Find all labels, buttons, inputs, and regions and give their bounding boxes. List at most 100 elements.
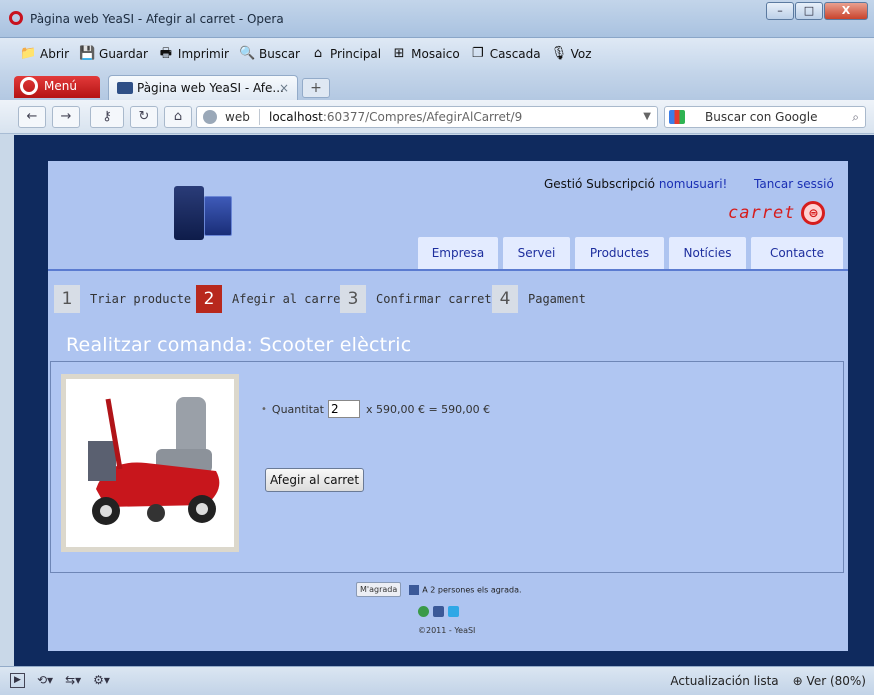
nav-contacte[interactable]: Contacte	[751, 237, 843, 270]
facebook-icon[interactable]	[433, 606, 444, 617]
like-text: A 2 persones els agrada.	[422, 585, 522, 594]
cascade-icon: ❐	[471, 46, 484, 61]
reload-button[interactable]: ↻	[130, 106, 158, 128]
site-nav: Empresa Servei Productes Notícies Contac…	[418, 237, 843, 270]
like-count: A 2 persones els agrada.	[409, 584, 522, 595]
home-icon: ⌂	[313, 46, 323, 61]
printer-icon: 🖶	[159, 46, 173, 61]
logo-part-a	[174, 186, 204, 240]
microphone-icon: 🎙	[550, 46, 568, 61]
google-icon	[669, 110, 685, 124]
new-tab-button[interactable]: +	[302, 78, 330, 98]
step-label: Pagament	[528, 292, 586, 306]
home-button[interactable]: ⌂	[164, 106, 192, 128]
site-page: Gestió Subscripció nomusuari! Tancar ses…	[48, 161, 848, 651]
toolbar: 📁 Abrir 💾 Guardar 🖶 Imprimir 🔍 Buscar ⌂ Princ…	[0, 38, 874, 70]
toolbar-print-label: Imprimir	[177, 47, 229, 61]
bullet: •	[261, 403, 267, 415]
tab-title: Pàgina web YeaSI - Afe...	[137, 81, 284, 95]
facebook-like: M'agrada A 2 persones els agrada.	[356, 582, 522, 597]
back-button[interactable]: ←	[18, 106, 46, 128]
cart-link[interactable]: carret ⊜	[728, 201, 826, 225]
search-input[interactable]: Buscar con Google ⌕	[664, 106, 866, 128]
step-label: Confirmar carret	[376, 292, 492, 306]
quantity-label: Quantitat	[271, 402, 324, 416]
tab-active[interactable]: Pàgina web YeaSI - Afe... ×	[108, 75, 298, 100]
window-controls: – □ X	[766, 2, 868, 20]
toolbar-tile[interactable]: ⊞ Mosaico	[391, 46, 460, 62]
subscription-text: Gestió Subscripció nomusuari!	[544, 177, 727, 191]
share-icon[interactable]	[418, 606, 429, 617]
status-bar: ▶ ⟲▾ ⇆▾ ⚙▾ Actualización lista ⊕ Ver (80…	[0, 666, 874, 695]
toolbar-cascade[interactable]: ❐ Cascada	[470, 46, 541, 62]
opera-logo-icon	[20, 77, 38, 95]
nav-divider	[48, 269, 848, 271]
network-icon[interactable]: ⇆▾	[65, 673, 81, 688]
copyright: ©2011 - YeaSI	[418, 626, 476, 635]
step-1: 1 Triar producte	[54, 285, 191, 313]
status-right: Actualización lista ⊕ Ver (80%)	[670, 674, 866, 688]
toolbar-open[interactable]: 📁 Abrir	[20, 46, 69, 62]
toolbar-home[interactable]: ⌂ Principal	[310, 46, 381, 62]
facebook-icon	[409, 584, 420, 595]
search-icon[interactable]: ⌕	[852, 107, 859, 127]
maximize-button[interactable]: □	[795, 2, 823, 20]
user-link[interactable]: nomusuari!	[659, 177, 728, 191]
site-logo[interactable]	[170, 186, 238, 242]
step-number: 1	[54, 285, 80, 313]
order-panel: • Quantitat x 590,00 € = 590,00 € Afegir…	[50, 361, 844, 573]
address-web-label: web	[225, 110, 250, 124]
minimize-button[interactable]: –	[766, 2, 794, 20]
toolbar-voice[interactable]: 🎙 Voz	[551, 46, 592, 62]
url-path: :60377/Compres/AfegirAlCarret/9	[322, 110, 523, 124]
tile-icon: ⊞	[393, 46, 405, 61]
turbo-icon[interactable]: ⚙▾	[93, 673, 110, 688]
tab-bar: Menú Pàgina web YeaSI - Afe... × +	[0, 70, 874, 100]
sync-icon[interactable]: ⟲▾	[37, 673, 53, 688]
panel-toggle-icon[interactable]: ▶	[10, 673, 25, 688]
globe-icon	[203, 110, 217, 124]
forward-button[interactable]: →	[52, 106, 80, 128]
nav-servei[interactable]: Servei	[503, 237, 570, 270]
logout-link[interactable]: Tancar sessió	[754, 177, 834, 191]
nav-productes[interactable]: Productes	[575, 237, 664, 270]
step-label: Triar producte	[90, 292, 192, 306]
key-icon[interactable]: ⚷	[90, 106, 124, 128]
address-bar[interactable]: web localhost:60377/Compres/AfegirAlCarr…	[196, 106, 658, 128]
page-title: Realitzar comanda: Scooter elèctric	[66, 334, 412, 356]
toolbar-save[interactable]: 💾 Guardar	[79, 46, 148, 62]
quantity-input[interactable]	[327, 400, 360, 418]
folder-icon: 📁	[20, 46, 37, 61]
toolbar-search[interactable]: 🔍 Buscar	[239, 46, 300, 62]
nav-noticies[interactable]: Notícies	[669, 237, 746, 270]
step-number: 4	[492, 285, 518, 313]
navigation-bar: ← → ⚷ ↻ ⌂ web localhost:60377/Compres/Af…	[0, 100, 874, 134]
search-placeholder: Buscar con Google	[705, 110, 818, 124]
close-tab-icon[interactable]: ×	[279, 81, 289, 95]
menu-label: Menú	[44, 79, 77, 93]
step-3: 3 Confirmar carret	[340, 285, 492, 313]
social-icons	[418, 606, 459, 617]
toolbar-print[interactable]: 🖶 Imprimir	[158, 46, 229, 62]
toolbar-voice-label: Voz	[570, 47, 592, 61]
address-dropdown-icon[interactable]: ▼	[643, 107, 651, 127]
close-window-button[interactable]: X	[824, 2, 868, 20]
nav-empresa[interactable]: Empresa	[418, 237, 498, 270]
address-separator	[259, 109, 260, 125]
opera-menu-button[interactable]: Menú	[14, 76, 100, 98]
step-number: 3	[340, 285, 366, 313]
step-4: 4 Pagament	[492, 285, 586, 313]
twitter-icon[interactable]	[448, 606, 459, 617]
toolbar-save-label: Guardar	[99, 47, 148, 61]
quantity-row: • Quantitat x 590,00 € = 590,00 €	[261, 400, 490, 418]
add-to-cart-button[interactable]: Afegir al carret	[265, 468, 365, 492]
search-icon: 🔍	[239, 46, 256, 61]
address-url[interactable]: localhost:60377/Compres/AfegirAlCarret/9	[269, 107, 522, 127]
like-button[interactable]: M'agrada	[356, 582, 402, 597]
zoom-label: Ver (80%)	[806, 674, 866, 688]
cart-icon: ⊜	[801, 201, 826, 225]
step-label: Afegir al carret	[232, 292, 348, 306]
zoom-control[interactable]: ⊕ Ver (80%)	[793, 674, 866, 688]
toolbar-search-label: Buscar	[259, 47, 300, 61]
url-host: localhost	[269, 110, 323, 124]
